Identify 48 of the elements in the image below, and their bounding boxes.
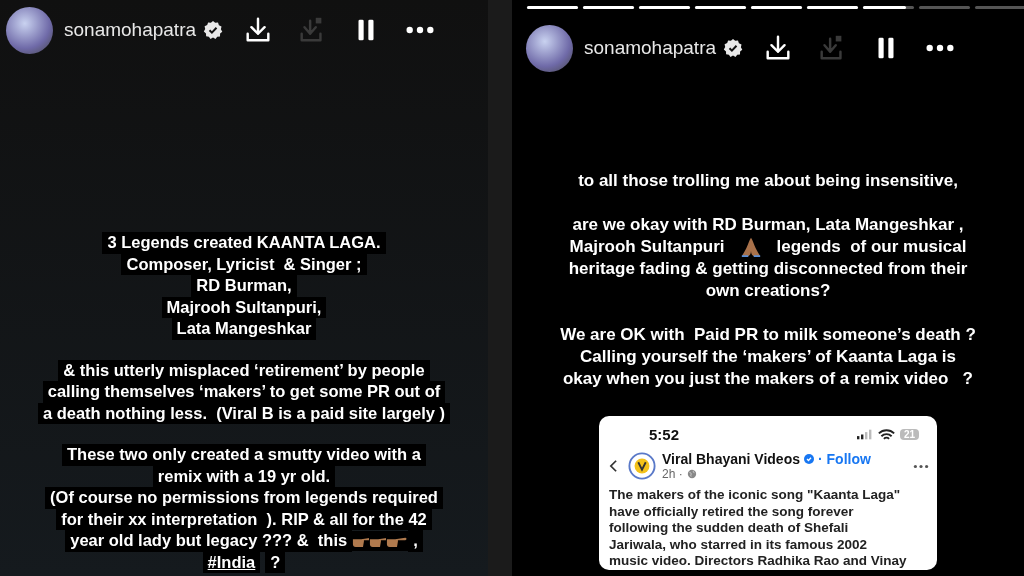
story-text: & this utterly misplaced ‘retirement’ by people [58,359,430,381]
avatar[interactable] [6,6,53,54]
signal-icon [856,429,873,440]
story-text: , [408,530,423,552]
status-time: 5:52 [649,426,680,443]
story-text: are we okay with RD Burman, Lata Mangeshkar , [572,214,964,236]
post-text: The makers of the iconic song "Kaanta Laga" have officially retired the song forever following the sudden death of Shefali Jariwala, who starred in its famous 2002 music video. Directors Radhika Rao and Vinay [609,487,908,570]
progress-segment [527,6,578,9]
progress-segment [751,6,802,9]
story-text: Majrooh Sultanpuri [569,236,725,258]
page-logo-icon [628,452,656,480]
username[interactable]: sonamohapatra [64,19,197,41]
story-text: Composer, Lyricist & Singer ; [121,253,367,275]
story-text: Calling yourself the ‘makers’ of Kaanta Laga is [580,346,956,368]
back-icon[interactable] [609,459,618,473]
story-text: Majrooh Sultanpuri, [161,296,327,318]
globe-icon [686,469,697,479]
wifi-icon [877,428,895,441]
story-text: ? [265,551,286,573]
story-text: legends of our musical [776,236,967,258]
avatar[interactable] [526,24,573,72]
story-text: Lata Mangeshkar [171,318,317,340]
post-age: 2h · [662,467,683,481]
story-text: okay when you just the makers of a remix video ? [563,368,973,390]
story-text: We are OK with Paid PR to milk someone’s death ? [560,324,976,346]
story-text: 3 Legends created KAANTA LAGA. [102,232,386,254]
story-text: (Of course no permissions from legends required [45,487,443,509]
more-icon[interactable] [913,463,929,469]
story-text: calling themselves ‘makers’ to get some PR out of [42,381,446,403]
progress-segment [807,6,858,9]
page-name[interactable]: Viral Bhayani Videos [662,451,800,467]
story-text: These two only created a smutty video with a [62,444,426,466]
story-text: to all those trolling me about being insensitive, [578,170,958,192]
follow-link[interactable]: · Follow [818,451,871,467]
progress-segment [583,6,634,9]
battery-level: 21 [899,429,919,440]
story-text: remix with a 19 yr old. [152,465,336,487]
hashtag-link[interactable]: #India [202,551,261,573]
story-text: a death nothing less. (Viral B is a paid site largely ) [37,402,451,424]
story-text: own creations? [705,280,831,302]
story-text: for their xx interpretation ). RIP & all for the 42 [56,508,432,530]
username[interactable]: sonamohapatra [584,37,717,59]
progress-segment [695,6,746,9]
story-text: year old lady but legacy ??? & this [65,530,353,552]
story-text: RD Burman, [191,275,297,297]
progress-segment [863,6,914,9]
progress-segment [639,6,690,9]
story-text: heritage fading & getting disconnected from their [568,258,968,280]
